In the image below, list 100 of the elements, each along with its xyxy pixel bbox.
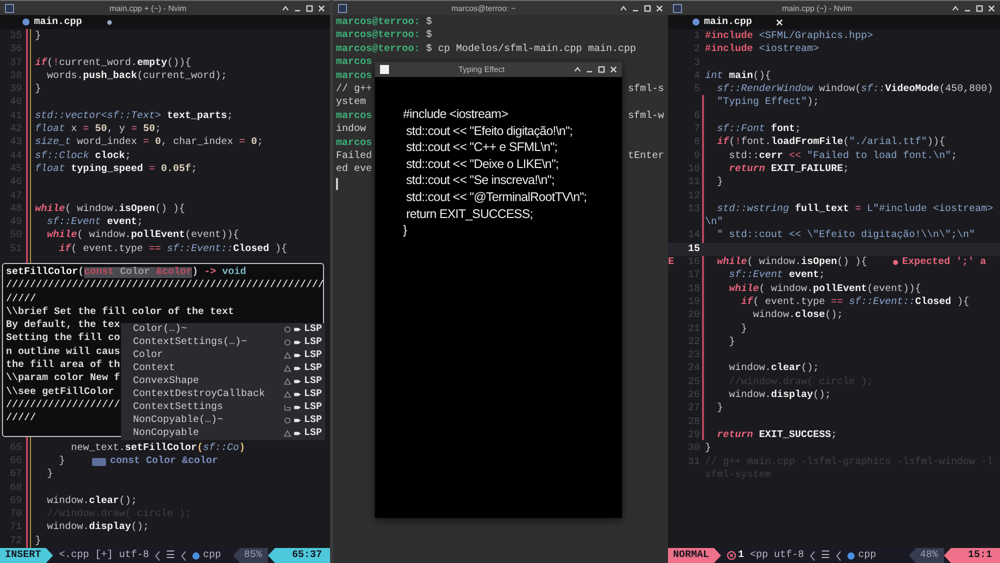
code-line: int main(){	[705, 70, 772, 84]
chevron-icon	[155, 550, 160, 560]
documentation-text: \\param color New f	[6, 372, 120, 386]
prompt: marcos@terroo:	[336, 16, 420, 30]
file-type-icon	[22, 18, 30, 26]
documentation-text: /////	[6, 292, 36, 306]
documentation-text: Setting the fill co	[6, 332, 120, 346]
prompt: marcos@terroo:	[336, 42, 420, 56]
prompt: marcos	[336, 70, 372, 83]
format-indicator: ☰	[166, 550, 176, 562]
prompt: marcos	[336, 110, 372, 124]
code-line: while( window.pollEvent(event)){	[46, 229, 240, 243]
prompt: marcos@terroo:	[336, 29, 420, 43]
triangle-icon	[284, 430, 291, 437]
error-sign: E	[668, 257, 674, 268]
close-icon[interactable]	[776, 18, 784, 26]
scroll-percent: 85%	[232, 548, 268, 563]
code-line: words.push_back(current_word);	[46, 70, 228, 84]
completion-item[interactable]: NonCopyable(…)~ LSP	[121, 414, 325, 427]
close-button[interactable]	[656, 4, 663, 12]
code-line: return EXIT_SUCCESS;	[716, 428, 838, 442]
code-line: size_t word_index = 0, char_index = 0;	[35, 136, 264, 150]
terminal-text: // g++	[336, 82, 372, 96]
window-title: main.cpp + (~) - Nvim	[108, 4, 188, 12]
prompt: marcos	[336, 136, 372, 150]
code-line: while( window.pollEvent(event)){	[728, 282, 922, 296]
code-line: "Typing Effect");	[716, 96, 820, 110]
rendered-text: std::cout << "Se inscreva!\n";	[405, 172, 556, 189]
completion-item[interactable]: ConvexShape LSP	[121, 375, 325, 388]
completion-item[interactable]: Color LSP	[121, 349, 325, 362]
file-type-icon	[192, 552, 200, 560]
completion-item[interactable]: Color(…)~ LSP	[121, 323, 325, 336]
code-line: window.clear();	[728, 362, 820, 376]
scroll-percent: 48%	[908, 548, 944, 563]
code-line: std::cerr << "Failed to load font.\n";	[728, 150, 958, 163]
window-icon	[673, 4, 682, 12]
code-line: }	[46, 468, 54, 482]
flag-icon	[294, 431, 301, 436]
code-line: window.display();	[46, 521, 150, 535]
chevron-icon	[810, 550, 816, 560]
encoding: utf-8	[774, 550, 804, 561]
terminal-text: $	[425, 29, 432, 43]
documentation-text: n outline will caus	[6, 346, 120, 360]
collapse-button[interactable]	[620, 4, 627, 12]
documentation-text: \\see getFillColor	[6, 386, 114, 399]
window-title: main.cpp (~) - Nvim	[780, 4, 853, 12]
circle-icon	[284, 326, 291, 333]
maximize-button[interactable]	[976, 4, 983, 12]
code-line: }	[58, 454, 66, 468]
documentation-text: By default, the tex	[6, 319, 120, 332]
code-line: sf::Clock clock;	[35, 150, 132, 163]
completion-item[interactable]: ContextSettings(…)~ LSP	[121, 336, 325, 349]
code-line: sf::Event event;	[728, 269, 826, 283]
code-line: std::vector<sf::Text> text_parts;	[35, 110, 234, 124]
flag-icon	[294, 366, 301, 371]
maximize-button[interactable]	[598, 66, 605, 73]
terminal-text: sfml-s	[628, 82, 664, 96]
completion-item[interactable]: NonCopyable LSP	[121, 427, 325, 440]
documentation-text: /////	[6, 412, 36, 426]
terminal-text: Failed	[336, 150, 372, 164]
close-button[interactable]	[988, 4, 995, 12]
code-line: }	[35, 83, 42, 96]
circle-icon	[284, 417, 291, 424]
chevron-icon	[181, 550, 186, 560]
code-line: " std::cout << \"Efeito digitação!\\n\";\n"	[716, 229, 976, 243]
flag-icon	[294, 353, 301, 358]
diagnostic-icon	[893, 260, 898, 266]
mode-indicator: INSERT	[0, 548, 54, 563]
terminal-text: $ cp Modelos/sfml-main.cpp main.cpp	[425, 42, 636, 56]
error-icon	[727, 551, 736, 560]
code-line: window.display();	[728, 389, 832, 402]
maximize-button[interactable]	[644, 4, 651, 12]
struct-icon	[284, 404, 291, 411]
code-line: \n"	[705, 216, 724, 230]
completion-item[interactable]: Context LSP	[121, 362, 325, 375]
collapse-button[interactable]	[574, 66, 581, 73]
circle-icon	[284, 339, 291, 346]
code-line: sf::Event event;	[46, 216, 144, 230]
code-line: float x = 50, y = 50;	[35, 123, 162, 136]
code-line: window.close();	[752, 309, 844, 323]
terminal-text: ystem	[336, 96, 366, 110]
prompt: marcos	[336, 56, 372, 70]
maximize-button[interactable]	[306, 4, 313, 12]
code-line: new_text.setFillColor(sf::Co)	[70, 442, 246, 455]
format-indicator: ☰	[821, 550, 830, 562]
file-type: cpp	[858, 550, 876, 561]
collapse-button[interactable]	[282, 4, 289, 12]
close-button[interactable]	[318, 4, 325, 12]
code-line: while( window.isOpen() ){	[35, 202, 186, 216]
close-button[interactable]	[610, 66, 617, 73]
completion-item[interactable]: ContextDestroyCallback LSP	[121, 388, 325, 401]
completion-item[interactable]: ContextSettings LSP	[121, 401, 325, 414]
code-line: if(!font.loadFromFile("./arial.ttf")){	[716, 136, 946, 150]
documentation-text: the fill area of th	[6, 359, 120, 372]
window-icon	[5, 4, 14, 12]
collapse-button[interactable]	[952, 4, 959, 12]
code-line: }	[740, 322, 748, 336]
file-name: <.cpp [+]	[59, 550, 114, 561]
flag-icon	[294, 340, 301, 345]
terminal-text: $	[425, 16, 432, 30]
